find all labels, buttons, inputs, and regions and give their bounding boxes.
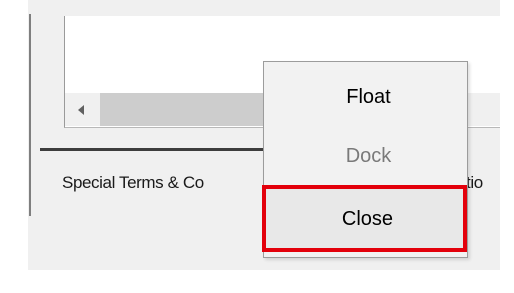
section-divider <box>40 148 264 151</box>
menu-item-close-label: Close <box>341 207 394 230</box>
menu-item-float[interactable]: Float <box>264 69 467 125</box>
menu-item-dock: Dock <box>264 128 467 184</box>
triangle-left-icon <box>78 104 84 115</box>
menu-item-close[interactable]: Close <box>263 186 466 252</box>
panel-left-border <box>29 14 31 216</box>
scroll-left-button[interactable] <box>65 93 97 126</box>
menu-item-dock-label: Dock <box>345 144 392 167</box>
section-label-tail[interactable]: tio <box>466 173 500 193</box>
section-label-special-terms[interactable]: Special Terms & Co <box>62 173 204 193</box>
screen: Special Terms & Co tio Float Dock Close <box>0 0 514 293</box>
menu-item-float-label: Float <box>346 85 391 108</box>
